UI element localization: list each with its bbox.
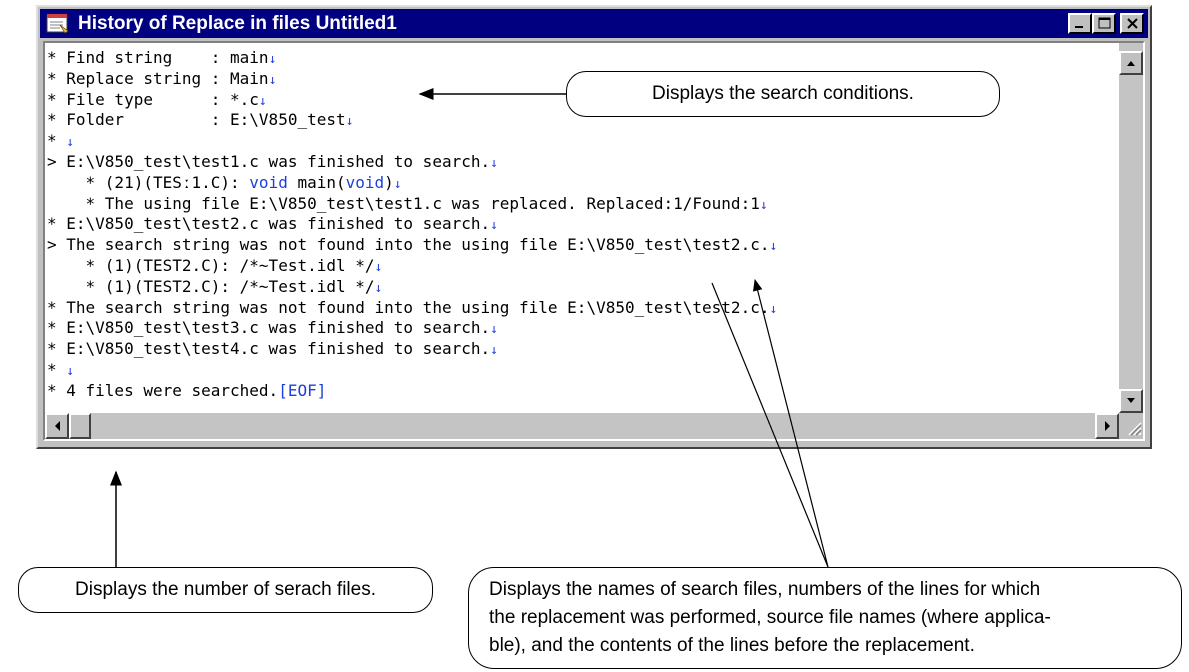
newline-mark-icon: ↓	[268, 72, 277, 88]
history-line: * (1)(TEST2.C): /*~Test.idl */↓	[47, 277, 777, 298]
app-icon	[46, 14, 69, 34]
scroll-right-button[interactable]	[1095, 413, 1119, 439]
newline-mark-icon: ↓	[490, 343, 498, 359]
arrow-down-icon	[1127, 398, 1135, 403]
close-button[interactable]	[1120, 13, 1144, 34]
newline-mark-icon: ↓	[374, 259, 383, 275]
newline-mark-icon: ↓	[490, 322, 498, 338]
history-line-text: > E:\V850_test\test1.c was finished to s…	[47, 151, 491, 171]
close-icon	[1127, 18, 1138, 29]
scroll-left-button[interactable]	[45, 413, 69, 439]
history-line-text: * E:\V850_test\test3.c was finished to s…	[47, 318, 491, 338]
history-line-text: > The search string was not found into t…	[47, 235, 770, 255]
maximize-icon	[1098, 17, 1111, 29]
history-line-text: * E:\V850_test\test2.c was finished to s…	[47, 214, 491, 234]
history-line-text: * (1)(TEST2.C): /*~Test.idl */	[47, 276, 375, 296]
newline-mark-icon: ↓	[268, 52, 277, 67]
history-line-text: * E:\V850_test\test4.c was finished to s…	[47, 339, 491, 359]
newline-mark-icon: ↓	[66, 363, 75, 379]
newline-mark-icon: ↓	[345, 114, 354, 130]
arrow-up-icon	[1127, 61, 1135, 66]
maximize-button[interactable]	[1092, 13, 1116, 34]
newline-mark-icon: ↓	[490, 155, 498, 171]
history-line: * (21)(TESː1.C): void main(void)↓	[47, 173, 777, 194]
history-line: * ↓	[47, 131, 777, 152]
history-line: * 4 files were searched.[EOF]	[47, 381, 777, 402]
callout-search-files-line-3: ble), and the contents of the lines befo…	[489, 635, 975, 656]
code-text: )	[384, 172, 394, 192]
callout-search-files-line-2: the replacement was performed, source fi…	[489, 607, 1051, 628]
callout-search-files-line-1: Displays the names of search files, numb…	[489, 579, 1041, 600]
code-text: main(	[287, 172, 346, 192]
history-line: > The search string was not found into t…	[47, 235, 777, 256]
newline-mark-icon: ↓	[374, 280, 383, 296]
history-line-text: * (21)(TESː1.C):	[47, 172, 250, 192]
newline-mark-icon: ↓	[759, 197, 768, 213]
window-title: History of Replace in files Untitled1	[78, 13, 397, 34]
minimize-button[interactable]	[1068, 13, 1092, 34]
scroll-down-button[interactable]	[1119, 389, 1143, 413]
newline-mark-icon: ↓	[66, 135, 75, 151]
callout-search-conditions: Displays the search conditions.	[566, 71, 1000, 117]
history-line: * E:\V850_test\test3.c was finished to s…	[47, 318, 777, 339]
history-line-text: * Replace string : Main	[47, 68, 269, 88]
history-line-text: * Folder : E:\V850_test	[47, 110, 346, 130]
arrow-right-icon	[1105, 421, 1110, 431]
history-line: * Find string : main↓	[47, 48, 777, 69]
history-line: * The search string was not found into t…	[47, 298, 777, 319]
history-line: * E:\V850_test\test4.c was finished to s…	[47, 339, 777, 360]
history-line-text: * The using file E:\V850_test\test1.c wa…	[47, 193, 760, 213]
scroll-up-button[interactable]	[1119, 51, 1143, 75]
scroll-thumb[interactable]	[69, 413, 91, 439]
newline-mark-icon: ↓	[769, 239, 778, 255]
history-line-text: * The search string was not found into t…	[47, 297, 770, 317]
resize-grip-icon	[1128, 422, 1142, 436]
arrow-left-icon	[55, 421, 60, 431]
history-line: * E:\V850_test\test2.c was finished to s…	[47, 214, 777, 235]
newline-mark-icon: ↓	[393, 176, 402, 192]
keyword-text: void	[345, 172, 385, 192]
title-bar[interactable]: History of Replace in files Untitled1	[40, 9, 1148, 38]
vertical-scrollbar[interactable]	[1119, 43, 1143, 413]
history-line-text: * 4 files were searched.	[47, 380, 279, 400]
minimize-icon	[1075, 26, 1083, 28]
newline-mark-icon: ↓	[258, 93, 267, 109]
history-line-text: *	[47, 359, 67, 379]
size-grip[interactable]	[1119, 413, 1143, 439]
history-line-text: * File type : *.c	[47, 89, 259, 109]
horizontal-scrollbar[interactable]	[45, 413, 1119, 439]
history-line: > E:\V850_test\test1.c was finished to s…	[47, 152, 777, 173]
history-line: * (1)(TEST2.C): /*~Test.idl */↓	[47, 256, 777, 277]
eof-marker: [EOF]	[278, 380, 327, 400]
history-line-text: * (1)(TEST2.C): /*~Test.idl */	[47, 255, 375, 275]
callout-number-of-files: Displays the number of serach files.	[18, 567, 433, 613]
history-line: * The using file E:\V850_test\test1.c wa…	[47, 194, 777, 215]
keyword-text: void	[249, 172, 288, 192]
callout-search-files: Displays the names of search files, numb…	[468, 567, 1182, 669]
newline-mark-icon: ↓	[769, 301, 778, 317]
history-line-text: *	[47, 131, 67, 151]
history-line-text: * Find string : main	[47, 48, 269, 67]
history-line: * ↓	[47, 360, 777, 381]
newline-mark-icon: ↓	[490, 218, 498, 234]
